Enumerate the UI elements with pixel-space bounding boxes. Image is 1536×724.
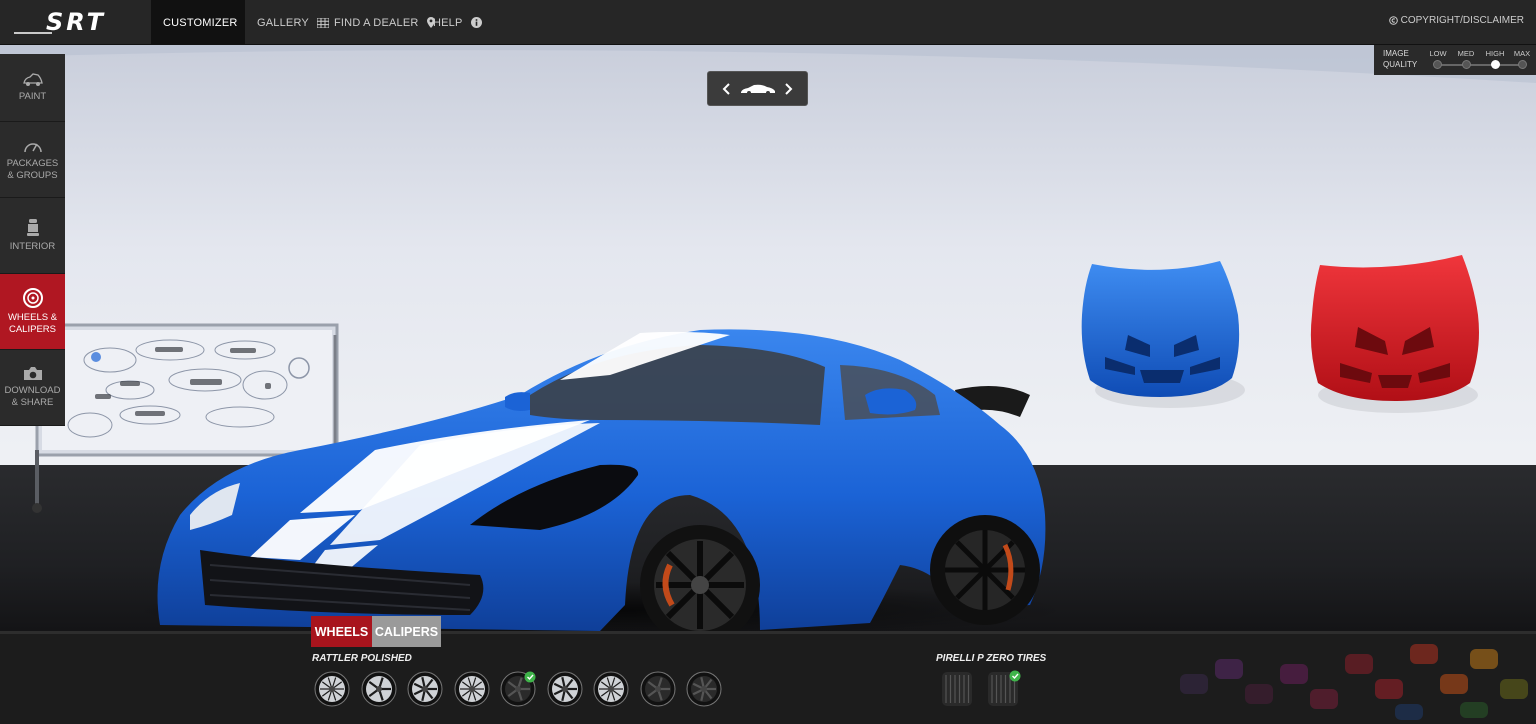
quality-option-high-label: HIGH [1485, 49, 1505, 58]
wheel-icon [22, 287, 43, 308]
tab-wheels[interactable]: WHEELS [311, 616, 372, 647]
copyright-icon [1388, 16, 1398, 25]
paint-car-icon [22, 72, 43, 86]
wheel-option-3[interactable] [407, 671, 443, 707]
wheel-option-1[interactable] [314, 671, 350, 707]
view-angle-switcher [707, 71, 808, 106]
wheel-option-9[interactable] [686, 671, 722, 707]
red-hood-display [1310, 255, 1479, 413]
wheels-section-title: RATTLER POLISHED [312, 653, 412, 664]
quality-option-max[interactable] [1518, 60, 1527, 69]
nav-gallery-label: GALLERY [257, 16, 309, 29]
svg-text:SRT: SRT [46, 8, 106, 36]
quality-option-max-label: MAX [1513, 49, 1531, 58]
nav-find-dealer[interactable]: FIND A DEALER [334, 0, 435, 45]
checkmark-icon [524, 671, 536, 683]
sidebar-label-wheels-calipers: WHEELS & CALIPERS [7, 311, 58, 335]
tab-calipers[interactable]: CALIPERS [372, 616, 441, 647]
sidebar-label-interior: INTERIOR [9, 240, 56, 252]
nav-customizer[interactable]: CUSTOMIZER [151, 0, 245, 45]
showroom-scene [0, 45, 1536, 631]
color-swatch-decoration [1180, 644, 1528, 720]
tires-section-title: PIRELLI P ZERO TIRES [936, 653, 1047, 664]
nav-help[interactable]: HELP [433, 0, 482, 45]
image-quality-label: IMAGE QUALITY [1383, 49, 1418, 69]
quality-option-low-label: LOW [1429, 49, 1447, 58]
chevron-left-icon[interactable] [722, 82, 730, 95]
image-quality-control: IMAGE QUALITY LOW MED HIGH MAX [1374, 45, 1536, 75]
nav-help-label: HELP [433, 16, 463, 29]
wheel-option-5[interactable] [500, 671, 536, 707]
wheel-option-8[interactable] [640, 671, 676, 707]
sidebar-label-download-share: DOWNLOAD & SHARE [4, 385, 61, 408]
nav-customizer-label: CUSTOMIZER [163, 16, 238, 29]
info-icon [470, 17, 482, 28]
nav-find-dealer-label: FIND A DEALER [334, 16, 419, 29]
car-silhouette-icon [740, 84, 775, 95]
chevron-right-icon[interactable] [785, 82, 793, 95]
blue-hood-display [1081, 261, 1245, 408]
copyright-link[interactable]: COPYRIGHT/DISCLAIMER [1388, 15, 1524, 26]
seat-icon [26, 218, 39, 236]
speedometer-icon [23, 142, 42, 152]
sidebar-item-packages[interactable]: PACKAGES & GROUPS [0, 122, 65, 198]
quality-slider-track[interactable] [1436, 64, 1524, 66]
sidebar-item-paint[interactable]: PAINT [0, 54, 65, 122]
top-nav-bar: SRT CUSTOMIZER GALLERY FIND A DEALER HEL… [0, 0, 1536, 45]
wheel-option-4[interactable] [454, 671, 490, 707]
sidebar-label-packages: PACKAGES & GROUPS [6, 157, 59, 181]
quality-option-med-label: MED [1457, 49, 1475, 58]
car-stage-viewport[interactable] [0, 45, 1536, 631]
checkmark-icon [1009, 670, 1021, 682]
sidebar-item-wheels-calipers[interactable]: WHEELS & CALIPERS [0, 274, 65, 350]
nav-gallery[interactable]: GALLERY [257, 0, 329, 45]
tire-option-2[interactable] [985, 670, 1021, 708]
wheel-option-6[interactable] [547, 671, 583, 707]
wheel-option-7[interactable] [593, 671, 629, 707]
wheel-option-2[interactable] [361, 671, 397, 707]
quality-option-med[interactable] [1462, 60, 1471, 69]
quality-option-low[interactable] [1433, 60, 1442, 69]
copyright-label: COPYRIGHT/DISCLAIMER [1400, 15, 1524, 26]
quality-option-high[interactable] [1491, 60, 1500, 69]
config-sidebar: PAINT PACKAGES & GROUPS INTERIOR WHEELS &… [0, 54, 65, 426]
sidebar-item-download-share[interactable]: DOWNLOAD & SHARE [0, 350, 65, 426]
tire-option-1[interactable] [939, 670, 975, 708]
sidebar-label-paint: PAINT [18, 90, 47, 102]
camera-icon [23, 367, 42, 380]
sidebar-item-interior[interactable]: INTERIOR [0, 198, 65, 274]
gallery-grid-icon [316, 17, 329, 28]
srt-logo[interactable]: SRT [12, 8, 140, 36]
